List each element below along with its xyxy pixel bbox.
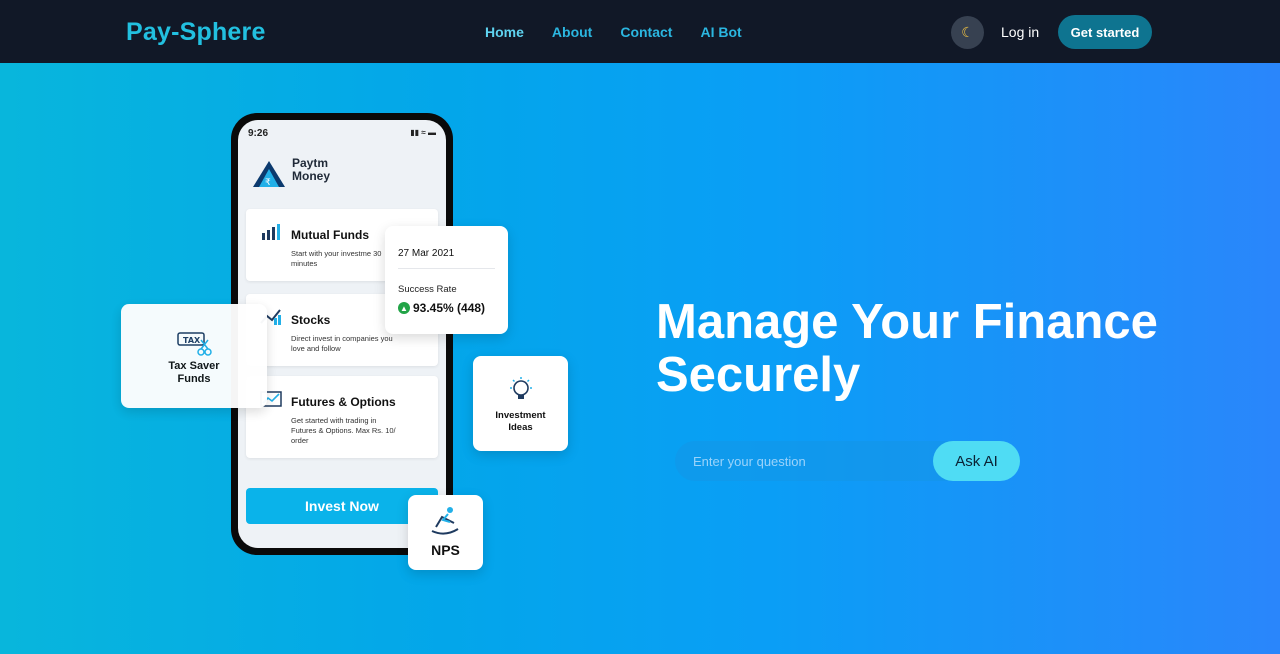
- success-rate-card: 27 Mar 2021 Success Rate ▲ 93.45% (448): [385, 226, 508, 334]
- app-name-line2: Money: [292, 169, 331, 183]
- divider: [398, 268, 495, 269]
- ideas-line2: Ideas: [508, 422, 533, 433]
- investment-ideas-card: Investment Ideas: [473, 356, 568, 451]
- card-title: Mutual Funds: [291, 228, 369, 242]
- rate-value-text: 93.45% (448): [413, 301, 486, 315]
- nav-links: Home About Contact AI Bot: [485, 24, 770, 40]
- nps-label: NPS: [431, 542, 460, 558]
- card-desc: Direct invest in companies you love and …: [291, 334, 393, 353]
- ideas-line1: Investment: [495, 410, 546, 421]
- bar-chart-icon: [262, 224, 280, 240]
- top-navbar: Pay-Sphere Home About Contact AI Bot ☾ L…: [0, 0, 1280, 63]
- tax-badge-text: TAX: [183, 336, 201, 345]
- rate-value: ▲ 93.45% (448): [398, 301, 485, 315]
- ideas-label: Investment Ideas: [473, 410, 568, 434]
- paytm-money-logo-icon: ₹: [253, 161, 285, 188]
- nav-link-ai-bot[interactable]: AI Bot: [700, 24, 741, 40]
- rate-date: 27 Mar 2021: [398, 248, 455, 259]
- question-input[interactable]: [675, 441, 965, 481]
- rocking-chair-icon: [431, 507, 459, 535]
- ask-ai-form: Ask AI: [675, 441, 1020, 481]
- moon-icon: ☾: [961, 24, 974, 40]
- app-name: Paytm Money: [292, 157, 362, 183]
- signal-wifi-battery-icon: ▮▮ ≈ ▬: [410, 128, 436, 137]
- tax-scissors-icon: TAX: [177, 332, 212, 356]
- nav-link-contact[interactable]: Contact: [620, 24, 672, 40]
- nps-card: NPS: [408, 495, 483, 570]
- card-title: Futures & Options: [291, 395, 396, 409]
- hero-headline: Manage Your Finance Securely: [656, 296, 1216, 402]
- login-link[interactable]: Log in: [1001, 24, 1039, 40]
- tax-line1: Tax Saver: [168, 360, 220, 372]
- tax-line2: Funds: [177, 373, 211, 385]
- theme-toggle-button[interactable]: ☾: [951, 16, 984, 49]
- card-desc: Get started with trading in Futures & Op…: [291, 416, 396, 445]
- phone-screen: 9:26 ▮▮ ≈ ▬ ₹ Paytm Money Mutual Funds S…: [238, 120, 446, 548]
- ask-ai-button[interactable]: Ask AI: [933, 441, 1020, 481]
- arrow-up-icon: ▲: [398, 302, 410, 314]
- phone-time: 9:26: [248, 128, 269, 139]
- svg-text:₹: ₹: [265, 178, 271, 188]
- nav-link-about[interactable]: About: [552, 24, 592, 40]
- get-started-button[interactable]: Get started: [1058, 15, 1152, 49]
- card-title: Stocks: [291, 313, 331, 327]
- lightbulb-icon: [510, 377, 532, 399]
- brand-logo[interactable]: Pay-Sphere: [126, 18, 266, 47]
- headline-line1: Manage Your Finance: [656, 295, 1158, 349]
- tax-saver-card: TAX Tax Saver Funds: [121, 304, 267, 408]
- headline-line2: Securely: [656, 348, 861, 402]
- rate-label: Success Rate: [398, 284, 457, 295]
- tax-saver-label: Tax Saver Funds: [121, 360, 267, 386]
- nav-link-home[interactable]: Home: [485, 24, 524, 40]
- card-futures-options[interactable]: Futures & Options Get started with tradi…: [246, 376, 438, 458]
